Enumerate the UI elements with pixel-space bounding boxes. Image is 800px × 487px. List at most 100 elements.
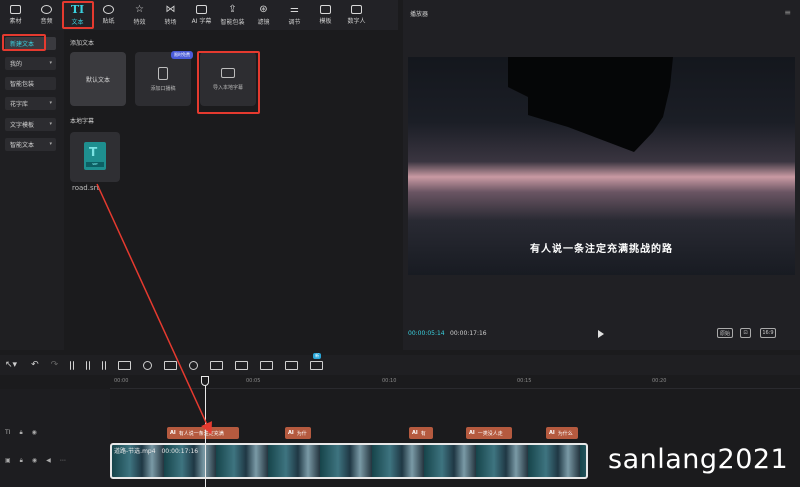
import-subtitle-card[interactable]: 导入本地字幕 xyxy=(200,52,256,106)
player-title: 播放器 xyxy=(410,11,429,18)
sidebar-item-smart-package[interactable]: 智能包装 xyxy=(5,77,56,90)
more-icon[interactable]: ⋯ xyxy=(60,457,66,465)
smart-cut-icon[interactable]: 新 xyxy=(310,352,324,370)
watermark-text: sanlang2021 xyxy=(608,444,789,475)
video-subtitle: 有人说一条注定充满挑战的路 xyxy=(530,244,673,255)
playhead-handle[interactable] xyxy=(201,376,209,386)
eye-icon[interactable]: ◉ xyxy=(32,429,37,437)
current-time: 00:00:05:14 xyxy=(408,330,445,337)
effects-icon: ☆ xyxy=(135,3,144,15)
text-icon: TI xyxy=(70,2,85,16)
adjust-icon: ⚌ xyxy=(290,3,299,15)
redo-icon[interactable]: ↷ xyxy=(51,360,59,370)
smart-package-icon: ⇪ xyxy=(228,3,237,15)
mirror-icon[interactable] xyxy=(210,360,224,370)
tab-effects[interactable]: ☆ 特效 xyxy=(124,0,155,30)
chevron-down-icon: ▾ xyxy=(49,60,52,66)
reverse-icon[interactable] xyxy=(189,360,199,370)
text-track-header: TI 🔒︎ ◉ xyxy=(5,429,37,437)
local-subtitle-title: 本地字幕 xyxy=(70,118,95,125)
play-button[interactable] xyxy=(598,330,604,338)
document-icon xyxy=(158,66,168,80)
srt-file-icon: T SRT xyxy=(84,142,106,170)
lock-icon[interactable]: 🔒︎ xyxy=(19,429,22,437)
tab-text[interactable]: TI 文本 xyxy=(62,0,93,30)
filter-icon: ⊛ xyxy=(259,3,268,15)
sidebar-item-new-text[interactable]: 新建文本 xyxy=(5,37,56,50)
tab-filter[interactable]: ⊛ 滤镜 xyxy=(248,0,279,30)
split-left-icon[interactable] xyxy=(86,360,91,370)
default-text-label: 默认文本 xyxy=(85,76,110,84)
add-voiceover-card[interactable]: 限时免费 添加口播稿 xyxy=(135,51,193,106)
sidebar-item-smart-text[interactable]: 智能文本 ▾ xyxy=(5,138,56,151)
timeline-toolbar: ↖▾ ↶ ↷ 新 xyxy=(0,352,800,375)
subtitle-clip[interactable]: AI 有人说一条注定充满 xyxy=(167,427,239,439)
import-subtitle-label: 导入本地字幕 xyxy=(212,84,243,91)
transition-icon: ⋈ xyxy=(165,3,176,15)
free-badge: 限时免费 xyxy=(171,51,193,59)
lock-icon[interactable]: 🔒︎ xyxy=(20,457,23,465)
split-icon[interactable] xyxy=(70,360,75,370)
chevron-down-icon: ▾ xyxy=(49,100,52,106)
freeze-icon[interactable] xyxy=(164,360,178,370)
sidebar-item-mine[interactable]: 我的 ▾ xyxy=(5,57,56,70)
tab-adjust[interactable]: ⚌ 调节 xyxy=(279,0,310,30)
tab-audio[interactable]: 音频 xyxy=(31,0,62,30)
mark-icon[interactable] xyxy=(143,360,153,370)
video-preview: 有人说一条注定充满挑战的路 xyxy=(408,57,795,275)
eye-icon[interactable]: ◉ xyxy=(32,457,37,465)
digital-human-icon xyxy=(351,5,362,14)
timeline-ruler[interactable]: 00:00 00:05 00:10 00:15 00:20 xyxy=(110,375,800,389)
track-headers: TI 🔒︎ ◉ ▣ 🔒︎ ◉ ◀ ⋯ xyxy=(0,389,110,487)
menu-icon[interactable]: ≡ xyxy=(784,8,791,17)
delete-icon[interactable] xyxy=(118,360,132,370)
crop-icon[interactable] xyxy=(260,360,274,370)
ai-caption-icon xyxy=(196,5,207,14)
select-tool-icon[interactable]: ↖▾ xyxy=(5,360,17,370)
sidebar-item-text-template[interactable]: 文字模板 ▾ xyxy=(5,118,56,131)
subtitle-clip[interactable]: AI 一类没人走 xyxy=(466,427,512,439)
tab-template[interactable]: 模板 xyxy=(310,0,341,30)
new-badge: 新 xyxy=(313,352,322,359)
video-track-icon: ▣ xyxy=(5,457,11,464)
tab-smart-package[interactable]: ⇪ 智能包装 xyxy=(217,0,248,30)
tab-digital-human[interactable]: 数字人 xyxy=(341,0,372,30)
srt-file-name: road.srt xyxy=(72,184,100,192)
add-text-title: 添加文本 xyxy=(70,40,95,47)
sidebar-item-fancy-text[interactable]: 花字库 ▾ xyxy=(5,97,56,110)
player-panel: 播放器 ≡ 有人说一条注定充满挑战的路 00:00:05:14 00:00:17… xyxy=(403,0,800,350)
media-icon xyxy=(10,5,21,14)
text-content-panel: 添加文本 默认文本 限时免费 添加口播稿 导入本地字幕 本地字幕 T SRT r… xyxy=(64,30,398,350)
sidebar: 新建文本 我的 ▾ 智能包装 花字库 ▾ 文字模板 ▾ 智能文本 ▾ xyxy=(0,30,64,350)
video-track-header: ▣ 🔒︎ ◉ ◀ ⋯ xyxy=(5,457,66,465)
undo-icon[interactable]: ↶ xyxy=(31,360,39,370)
default-text-card[interactable]: 默认文本 xyxy=(70,52,126,106)
add-voiceover-label: 添加口播稿 xyxy=(150,85,176,92)
rotate-icon[interactable] xyxy=(235,360,249,370)
ratio-button[interactable]: 原始 xyxy=(717,328,733,338)
total-time: 00:00:17:16 xyxy=(450,330,487,337)
clip-duration: 00:00:17:16 xyxy=(161,448,199,455)
clip-name: 道路-节选.mp4 xyxy=(114,448,156,455)
chevron-down-icon: ▾ xyxy=(49,141,52,147)
tab-sticker[interactable]: 贴纸 xyxy=(93,0,124,30)
chevron-down-icon: ▾ xyxy=(49,121,52,127)
audio-icon xyxy=(41,5,52,14)
tab-media[interactable]: 素材 xyxy=(0,0,31,30)
tab-transition[interactable]: ⋈ 转场 xyxy=(155,0,186,30)
subtitle-clip[interactable]: AI 有 xyxy=(409,427,433,439)
mute-icon[interactable]: ◀ xyxy=(46,457,51,465)
tab-ai-caption[interactable]: AI 字幕 xyxy=(186,0,217,30)
split-right-icon[interactable] xyxy=(102,360,107,370)
subtitle-clip[interactable]: AI 为什 xyxy=(285,427,311,439)
top-toolbar: 素材 音频 TI 文本 贴纸 ☆ 特效 ⋈ 转场 AI 字幕 ⇪ 智能包装 ⊛ 滤镜 ⚌ 调… xyxy=(0,0,398,30)
subtitle-clip[interactable]: AI 为什么 xyxy=(546,427,578,439)
template-icon xyxy=(320,5,331,14)
fullscreen-icon[interactable]: ⊡ xyxy=(740,328,751,338)
srt-file-card[interactable]: T SRT xyxy=(70,132,120,182)
resize-icon[interactable] xyxy=(285,360,299,370)
video-clip[interactable]: 道路-节选.mp4 00:00:17:16 xyxy=(110,443,588,479)
aspect-ratio-button[interactable]: 16:9 xyxy=(760,328,776,338)
sticker-icon xyxy=(103,5,114,14)
playhead-line xyxy=(205,377,206,487)
